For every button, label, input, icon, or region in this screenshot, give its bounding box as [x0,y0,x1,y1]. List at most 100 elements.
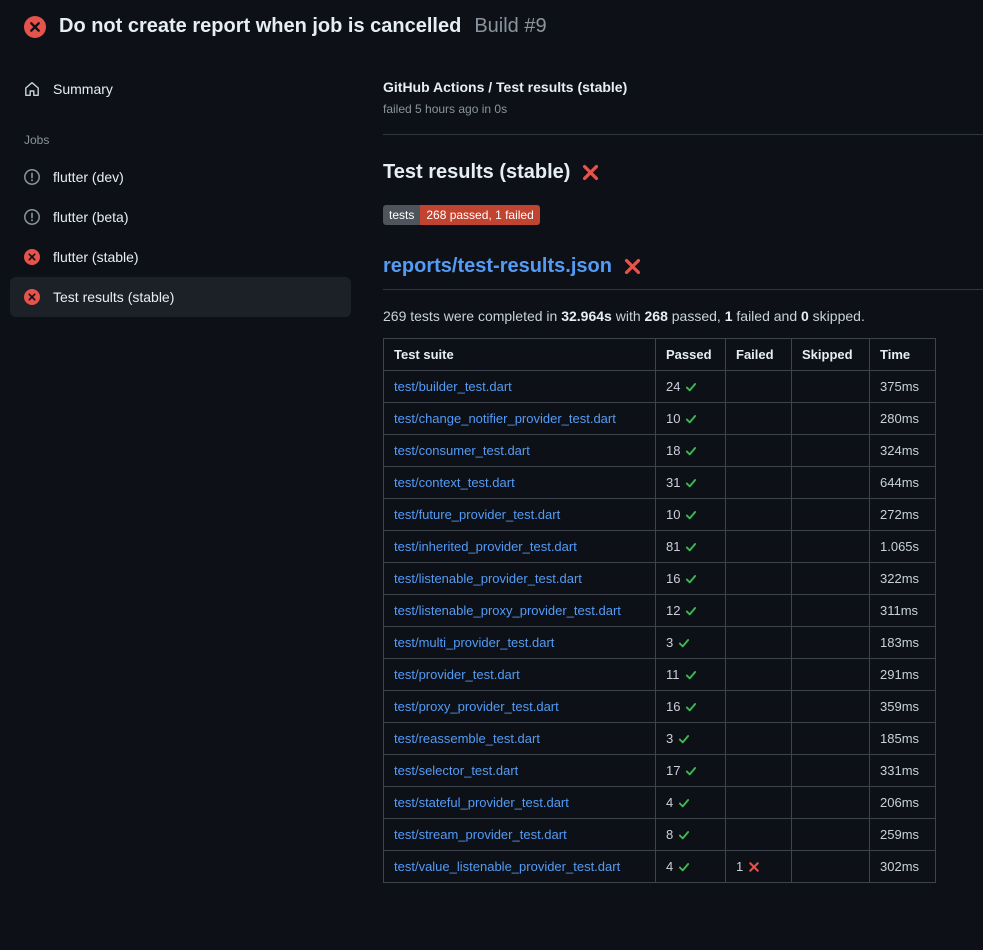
sidebar-job-item[interactable]: flutter (dev) [10,157,351,197]
table-row: test/inherited_provider_test.dart811.065… [384,531,936,563]
sidebar: Summary Jobs flutter (dev) flutter (beta)… [0,51,383,317]
table-row: test/consumer_test.dart18324ms [384,435,936,467]
check-icon [685,541,697,553]
suite-cell: test/change_notifier_provider_test.dart [384,403,656,435]
tests-badge: tests 268 passed, 1 failed [383,205,540,225]
check-icon [685,701,697,713]
table-row: test/stateful_provider_test.dart4206ms [384,787,936,819]
suite-cell: test/value_listenable_provider_test.dart [384,851,656,883]
passed-count: 12 [666,603,680,618]
summary-text: skipped. [809,308,865,324]
check-icon [678,861,690,873]
sidebar-job-item[interactable]: flutter (beta) [10,197,351,237]
skipped-cell [792,659,870,691]
check-icon [685,413,697,425]
skipped-cell [792,467,870,499]
report-file-link[interactable]: reports/test-results.json [383,255,983,290]
test-suite-link[interactable]: test/inherited_provider_test.dart [394,539,577,554]
passed-cell: 16 [656,563,726,595]
time-cell: 259ms [870,819,936,851]
test-suite-link[interactable]: test/listenable_proxy_provider_test.dart [394,603,621,618]
check-icon [685,605,697,617]
check-icon [685,669,697,681]
suite-cell: test/stateful_provider_test.dart [384,787,656,819]
table-row: test/proxy_provider_test.dart 16 359ms [384,691,936,723]
test-suite-link[interactable]: test/future_provider_test.dart [394,507,560,522]
time-cell: 359ms [870,691,936,723]
failed-cell [726,691,792,723]
skipped-cell [792,595,870,627]
passed-cell: 10 [656,499,726,531]
summary-number: 32.964s [561,308,612,324]
test-suite-link[interactable]: test/reassemble_test.dart [394,731,540,746]
passed-cell: 16 [656,691,726,723]
time-cell: 1.065s [870,531,936,563]
table-row: test/provider_test.dart11291ms [384,659,936,691]
test-suite-link[interactable]: test/multi_provider_test.dart [394,635,554,650]
test-suite-link[interactable]: test/value_listenable_provider_test.dart [394,859,620,874]
suite-cell: test/provider_test.dart [384,659,656,691]
jobs-list: flutter (dev) flutter (beta) flutter (stab… [10,157,351,317]
sidebar-summary-label: Summary [53,81,113,97]
table-header-failed: Failed [726,339,792,371]
passed-cell: 12 [656,595,726,627]
summary-number: 268 [645,308,668,324]
failed-circle-icon [24,249,40,265]
test-suite-link[interactable]: test/change_notifier_provider_test.dart [394,411,616,426]
failed-cell [726,435,792,467]
suite-cell: test/reassemble_test.dart [384,723,656,755]
failed-x-icon [581,163,600,182]
report-file-name: reports/test-results.json [383,255,612,278]
passed-cell: 18 [656,435,726,467]
job-label: flutter (stable) [53,249,139,265]
failed-cell: 1 [726,851,792,883]
time-cell: 291ms [870,659,936,691]
time-cell: 183ms [870,627,936,659]
cancelled-circle-icon [24,169,40,185]
sidebar-job-item[interactable]: Test results (stable) [10,277,351,317]
sidebar-item-summary[interactable]: Summary [10,69,351,109]
passed-cell: 4 [656,787,726,819]
skipped-cell [792,691,870,723]
passed-cell: 3 [656,723,726,755]
table-row: test/selector_test.dart17331ms [384,755,936,787]
summary-number: 1 [725,308,733,324]
build-title: Do not create report when job is cancell… [59,15,461,38]
table-row: test/future_provider_test.dart10272ms [384,499,936,531]
suite-cell: test/multi_provider_test.dart [384,627,656,659]
test-suite-link[interactable]: test/stream_provider_test.dart [394,827,567,842]
suite-cell: test/listenable_provider_test.dart [384,563,656,595]
passed-count: 3 [666,635,673,650]
test-suite-link[interactable]: test/selector_test.dart [394,763,518,778]
check-icon [685,445,697,457]
failed-cell [726,499,792,531]
test-results-table: Test suitePassedFailedSkippedTime test/b… [383,338,936,883]
passed-count: 31 [666,475,680,490]
skipped-cell [792,627,870,659]
test-suite-link[interactable]: test/context_test.dart [394,475,515,490]
passed-cell: 10 [656,403,726,435]
jobs-section-label: Jobs [24,133,351,147]
suite-cell: test/context_test.dart [384,467,656,499]
suite-cell: test/future_provider_test.dart [384,499,656,531]
test-suite-link[interactable]: test/provider_test.dart [394,667,520,682]
failed-cell [726,723,792,755]
test-suite-link[interactable]: test/builder_test.dart [394,379,512,394]
failed-cell [726,787,792,819]
check-icon [678,829,690,841]
sidebar-job-item[interactable]: flutter (stable) [10,237,351,277]
passed-cell: 17 [656,755,726,787]
build-header: Do not create report when job is cancell… [0,0,983,51]
passed-count: 24 [666,379,680,394]
test-suite-link[interactable]: test/listenable_provider_test.dart [394,571,582,586]
job-label: flutter (dev) [53,169,124,185]
job-label: flutter (beta) [53,209,128,225]
section-title: Test results (stable) [383,161,983,184]
failed-circle-icon [24,289,40,305]
test-suite-link[interactable]: test/proxy_provider_test.dart [394,699,559,714]
main-content: GitHub Actions / Test results (stable) f… [383,51,983,883]
suite-cell: test/builder_test.dart [384,371,656,403]
check-icon [685,765,697,777]
test-suite-link[interactable]: test/consumer_test.dart [394,443,530,458]
test-suite-link[interactable]: test/stateful_provider_test.dart [394,795,569,810]
